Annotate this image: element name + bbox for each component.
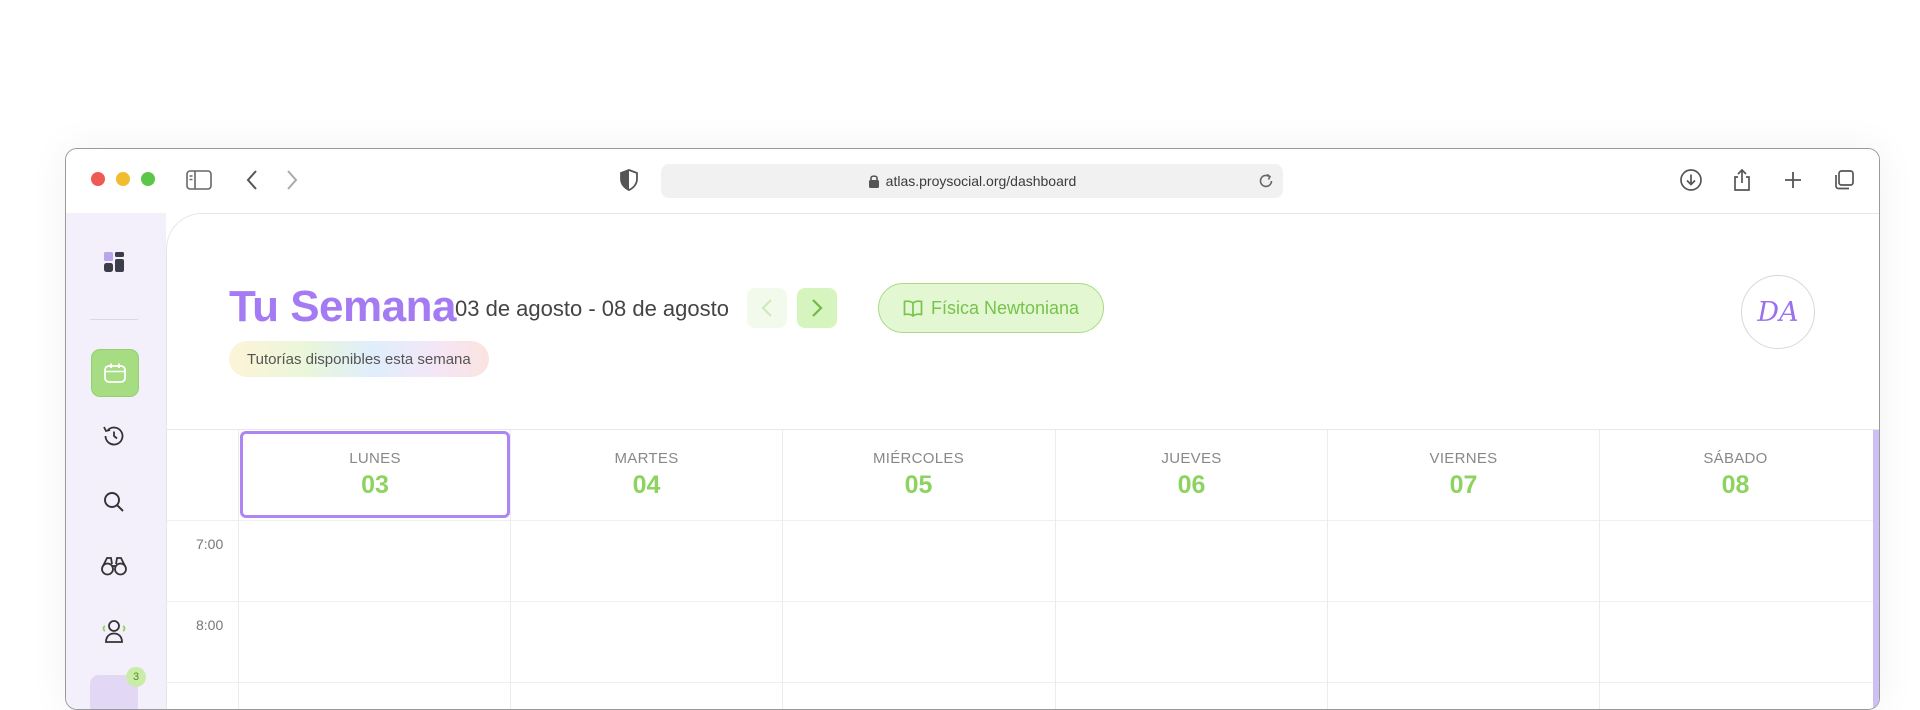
day-number: 05 (904, 471, 933, 499)
close-window-button[interactable] (91, 172, 105, 186)
day-number: 06 (1177, 471, 1206, 499)
url-text: atlas.proysocial.org/dashboard (885, 173, 1077, 189)
reload-icon[interactable] (1257, 172, 1275, 193)
day-header-friday[interactable]: VIERNES 07 (1328, 430, 1599, 520)
day-name: MARTES (614, 450, 679, 467)
next-week-button[interactable] (797, 288, 837, 328)
share-icon[interactable] (1729, 167, 1755, 193)
lock-icon (868, 174, 880, 188)
availability-pill: Tutorías disponibles esta semana (229, 341, 489, 377)
time-label: 7:00 (196, 536, 224, 552)
day-number: 04 (632, 471, 661, 499)
day-name: MIÉRCOLES (872, 450, 965, 467)
sidebar-divider (90, 319, 138, 320)
address-bar[interactable]: atlas.proysocial.org/dashboard (661, 164, 1283, 198)
chevron-left-icon (761, 299, 772, 317)
previous-week-button[interactable] (747, 288, 787, 328)
day-column-saturday: SÁBADO 08 (1599, 430, 1871, 709)
day-column-thursday: JUEVES 06 (1055, 430, 1327, 709)
day-header-monday[interactable]: LUNES 03 (240, 431, 510, 518)
new-tab-plus-icon[interactable] (1780, 167, 1806, 193)
notification-badge: 3 (126, 667, 146, 687)
day-header-wednesday[interactable]: MIÉRCOLES 05 (783, 430, 1054, 520)
tabs-overview-icon[interactable] (1831, 167, 1857, 193)
avatar[interactable]: DA (1741, 275, 1815, 349)
chevron-right-icon (812, 299, 823, 317)
day-header-saturday[interactable]: SÁBADO 08 (1600, 430, 1871, 520)
user-icon[interactable] (91, 608, 137, 654)
subject-filter-button[interactable]: Física Newtoniana (878, 283, 1104, 333)
calendar-icon[interactable] (91, 349, 139, 397)
scrollbar[interactable] (1873, 430, 1879, 709)
dashboard-grid-icon[interactable] (91, 239, 137, 285)
minimize-window-button[interactable] (116, 172, 130, 186)
forward-arrow-icon[interactable] (279, 167, 305, 193)
week-calendar: 7:00 8:00 LUNES 03 MARTES 04 MIÉRCOLES 0… (167, 429, 1879, 709)
binoculars-icon[interactable] (91, 543, 137, 589)
day-name: SÁBADO (1703, 450, 1768, 467)
main-content: Tu Semana 03 de agosto - 08 de agosto Fí… (166, 213, 1879, 709)
browser-toolbar: atlas.proysocial.org/dashboard (66, 149, 1879, 213)
day-column-tuesday: MARTES 04 (510, 430, 782, 709)
day-number: 08 (1721, 471, 1750, 499)
book-icon (903, 300, 923, 317)
day-header-thursday[interactable]: JUEVES 06 (1056, 430, 1327, 520)
day-column-monday: LUNES 03 (238, 430, 510, 709)
page-title: Tu Semana (229, 282, 456, 331)
sidebar-toggle-icon[interactable] (186, 167, 212, 193)
back-arrow-icon[interactable] (239, 167, 265, 193)
history-icon[interactable] (91, 413, 137, 459)
download-icon[interactable] (1678, 167, 1704, 193)
day-number: 07 (1449, 471, 1478, 499)
subject-label: Física Newtoniana (930, 297, 1080, 318)
day-number: 03 (361, 470, 389, 499)
browser-window: atlas.proysocial.org/dashboard 3 Tu Sema… (65, 148, 1880, 710)
day-name: VIERNES (1429, 450, 1498, 467)
time-label: 8:00 (196, 617, 224, 633)
day-column-wednesday: MIÉRCOLES 05 (782, 430, 1054, 709)
app-sidebar: 3 (66, 213, 166, 709)
privacy-shield-icon[interactable] (616, 167, 642, 193)
search-icon[interactable] (91, 479, 137, 525)
day-name: JUEVES (1161, 450, 1222, 467)
day-column-friday: VIERNES 07 (1327, 430, 1599, 709)
day-header-tuesday[interactable]: MARTES 04 (511, 430, 782, 520)
date-range: 03 de agosto - 08 de agosto (455, 296, 729, 321)
day-name: LUNES (349, 449, 401, 467)
maximize-window-button[interactable] (141, 172, 155, 186)
